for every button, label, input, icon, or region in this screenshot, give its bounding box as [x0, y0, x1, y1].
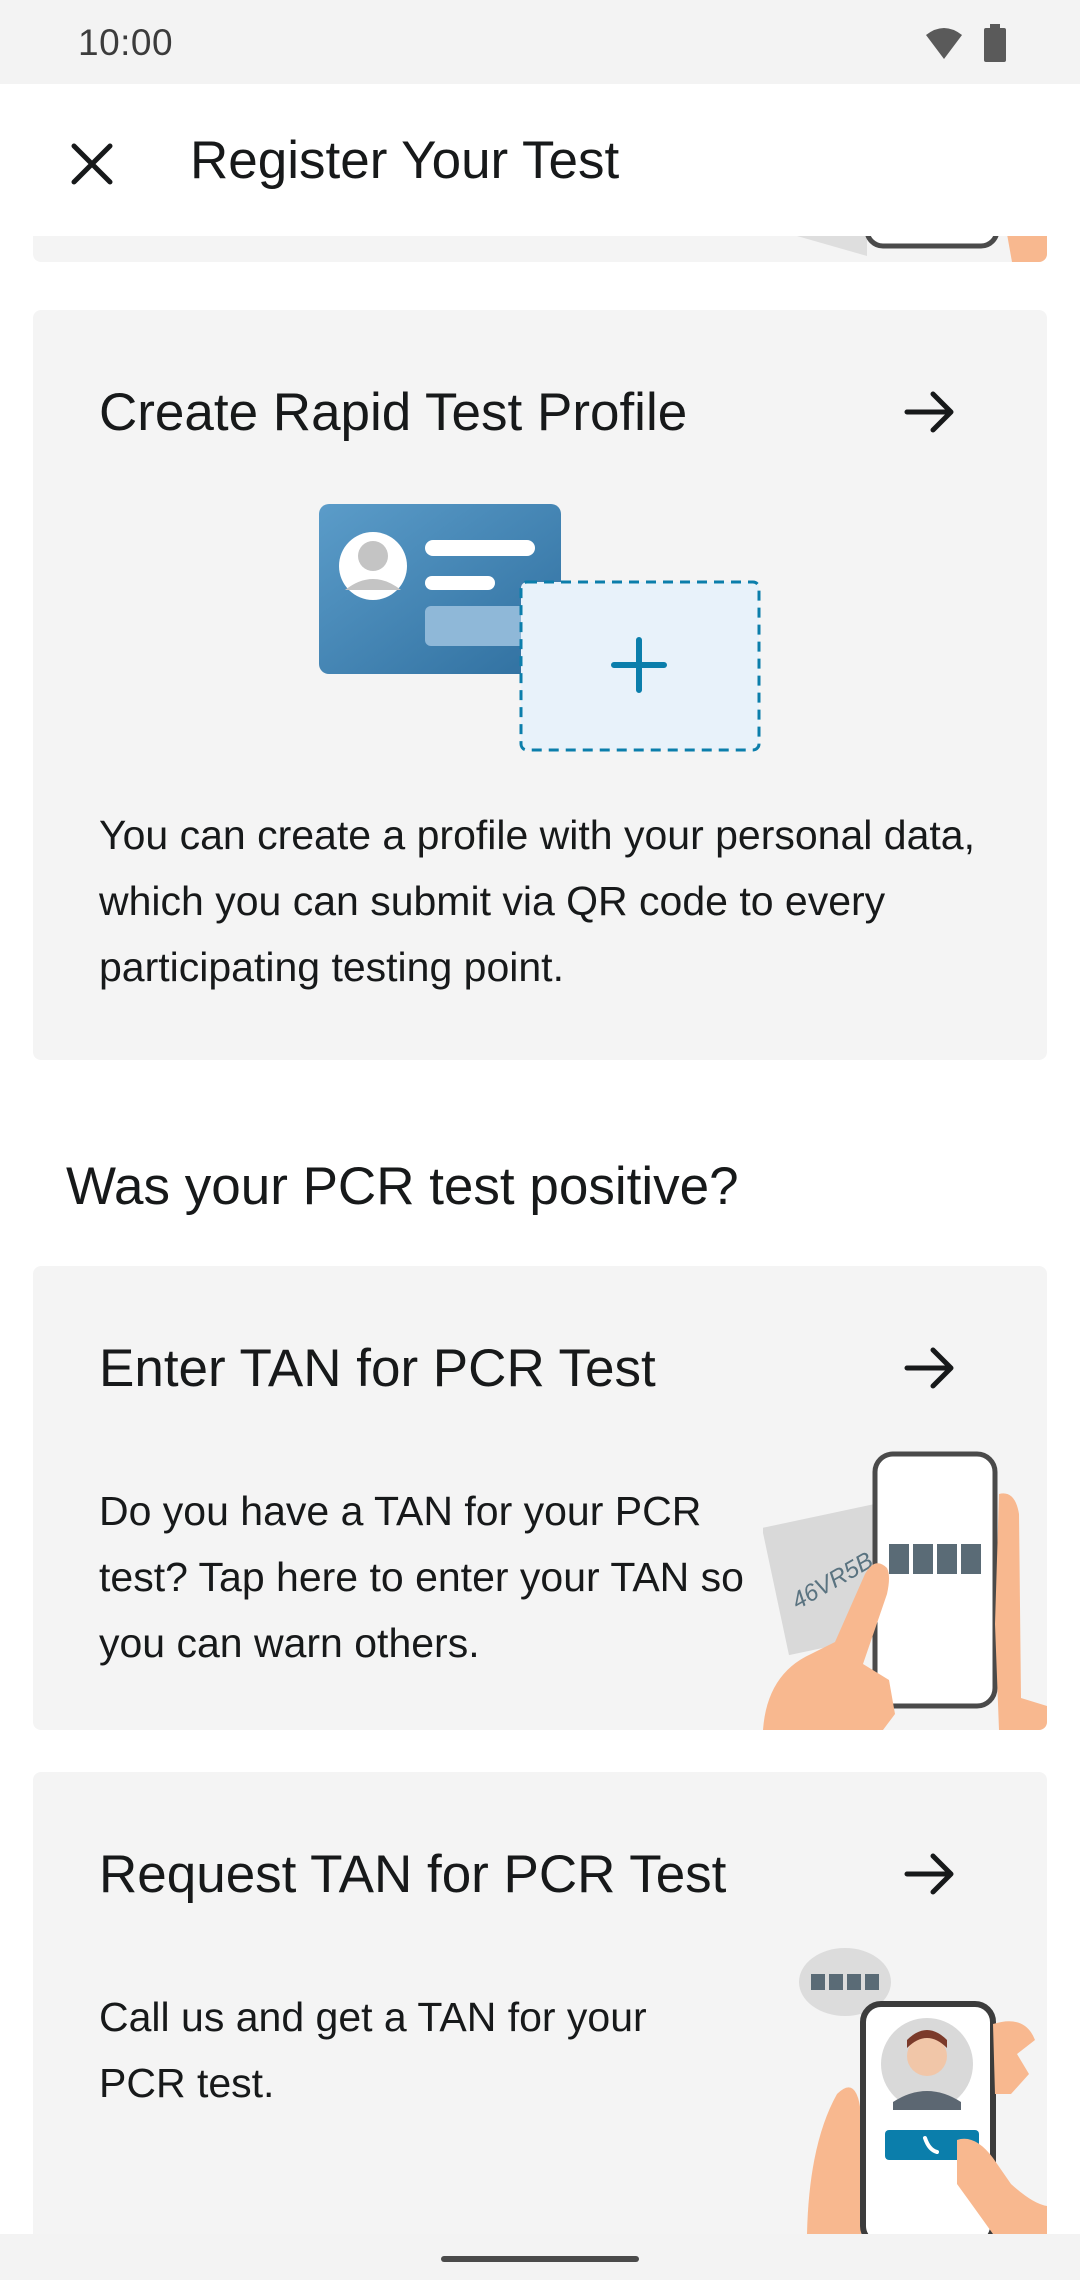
- status-bar: 10:00: [0, 0, 1080, 84]
- status-time: 10:00: [78, 22, 174, 63]
- battery-icon: [984, 24, 1006, 62]
- card-body: Call us and get a TAN for your PCR test.: [99, 1994, 647, 2106]
- enter-tan-card[interactable]: Enter TAN for PCR Test Do you have a TAN…: [33, 1266, 1047, 1730]
- section-heading: Was your PCR test positive?: [66, 1157, 739, 1216]
- arrow-right-icon: [904, 391, 954, 433]
- close-icon: [71, 143, 113, 185]
- arrow-right-icon: [904, 1347, 954, 1389]
- card-body: You can create a profile with your perso…: [99, 812, 975, 990]
- wifi-icon: [926, 28, 962, 59]
- card-title: Create Rapid Test Profile: [99, 383, 688, 442]
- page-title: Register Your Test: [190, 131, 620, 190]
- home-gesture-handle[interactable]: [441, 2256, 639, 2262]
- close-button[interactable]: [56, 128, 128, 200]
- profile-card-plus-illustration: [319, 504, 761, 752]
- phone-illustration-partial: [797, 236, 1047, 262]
- card-title: Enter TAN for PCR Test: [99, 1339, 656, 1398]
- status-icons: [924, 24, 1006, 62]
- previous-card[interactable]: [33, 236, 1047, 262]
- app-bar: Register Your Test: [0, 84, 1080, 236]
- create-rapid-test-profile-card[interactable]: Create Rapid Test Profile You can create…: [33, 310, 1047, 1060]
- card-title: Request TAN for PCR Test: [99, 1845, 727, 1904]
- phone-tan-entry-illustration: 46VR5B: [763, 1451, 1047, 1730]
- phone-call-hotline-illustration: [799, 1948, 1047, 2234]
- arrow-right-icon: [904, 1853, 954, 1895]
- navigation-bar: [0, 2234, 1080, 2280]
- card-body: Do you have a TAN for your PCR test? Tap…: [99, 1488, 744, 1666]
- request-tan-card[interactable]: Request TAN for PCR Test Call us and get…: [33, 1772, 1047, 2234]
- content-scroll[interactable]: Create Rapid Test Profile You can create…: [0, 236, 1080, 2234]
